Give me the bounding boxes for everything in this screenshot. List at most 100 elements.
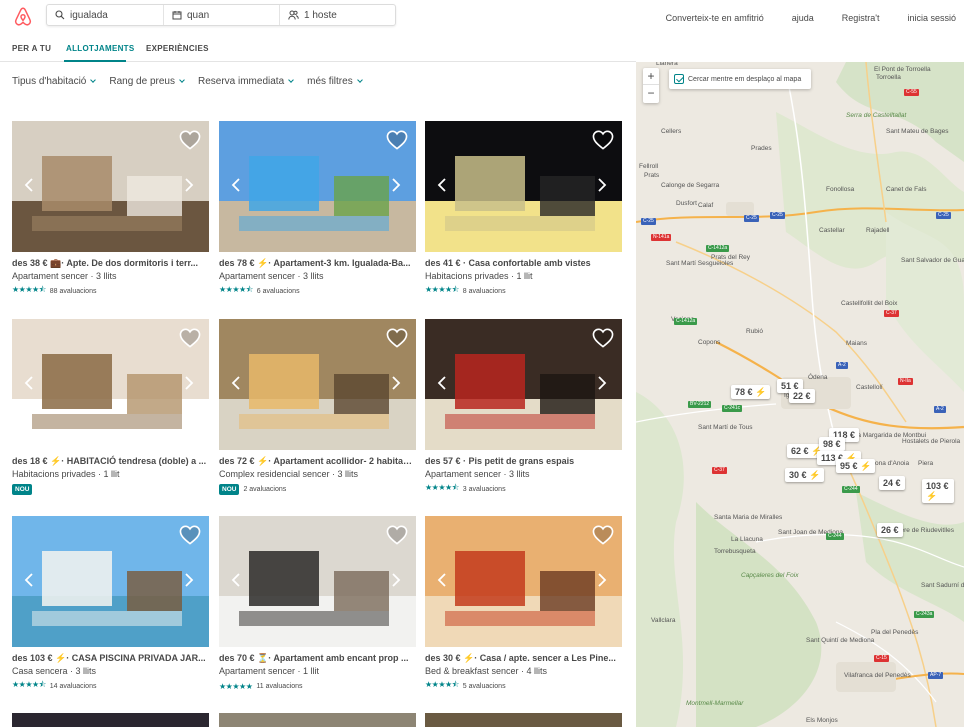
tab-for-you[interactable]: PER A TU <box>12 44 51 53</box>
listing-title-line[interactable]: des 41 € · Casa confortable amb vistes <box>425 257 622 269</box>
map-town-label: Cellers <box>661 128 682 135</box>
heart-icon[interactable] <box>592 130 614 150</box>
instant-book-filter[interactable]: Reserva immediata <box>198 76 294 87</box>
zoom-out-button[interactable]: − <box>643 85 659 102</box>
heart-icon[interactable] <box>386 328 408 348</box>
road-badge: A-2 <box>934 406 946 413</box>
listing-photo[interactable] <box>12 713 209 727</box>
listing-title-line[interactable]: des 57 € · Pis petit de grans espais <box>425 455 622 467</box>
rating-stars-icon: ★★★★⯪ <box>12 285 46 294</box>
map-town-label: Capçaleres del Foix <box>741 572 799 579</box>
listing-photo[interactable] <box>425 516 622 647</box>
map-price-pin[interactable]: 22 € <box>789 389 815 403</box>
road-badge: C-1412a <box>674 318 698 325</box>
listing-photo[interactable] <box>12 516 209 647</box>
search-as-move-toggle[interactable]: Cercar mentre em desplaço al mapa <box>669 69 811 89</box>
location-field[interactable]: igualada <box>47 5 164 25</box>
chevron-left-icon[interactable] <box>24 573 33 587</box>
heart-icon[interactable] <box>386 525 408 545</box>
more-filters[interactable]: més filtres <box>307 76 363 87</box>
listing-info: des 70 € ⏳· Apartament amb encant prop .… <box>219 652 416 691</box>
map-town-label: Prats <box>644 172 660 179</box>
room-type-filter[interactable]: Tipus d'habitació <box>12 76 97 87</box>
chevron-left-icon[interactable] <box>24 376 33 390</box>
heart-icon[interactable] <box>592 525 614 545</box>
listing-title-line[interactable]: des 103 € ⚡· CASA PISCINA PRIVADA JAR... <box>12 652 209 664</box>
map-price-pin[interactable]: 78 € ⚡ <box>731 385 771 399</box>
heart-icon[interactable] <box>179 525 201 545</box>
listing-info: des 103 € ⚡· CASA PISCINA PRIVADA JAR...… <box>12 652 209 691</box>
chevron-left-icon[interactable] <box>231 178 240 192</box>
listing-price: des 38 € <box>12 258 48 268</box>
map-town-label: Santa Maria de Miralles <box>714 514 783 521</box>
listing-subtitle: Habitacions privades · 1 llit <box>425 271 533 281</box>
chevron-right-icon[interactable] <box>185 178 194 192</box>
listing-title-line[interactable]: des 18 € ⚡· HABITACIÓ tendresa (doble) a… <box>12 455 209 467</box>
review-count: 14 avaluacions <box>49 682 97 690</box>
road-badge: C-243a <box>914 611 935 618</box>
listing-title-line[interactable]: des 72 € ⚡· Apartament acollidor- 2 habi… <box>219 455 416 467</box>
listing-photo[interactable] <box>12 121 209 252</box>
listing-title-line[interactable]: des 30 € ⚡· Casa / apte. sencer a Les Pi… <box>425 652 622 664</box>
bolt-icon: ⚡ <box>55 653 67 663</box>
login-link[interactable]: inicia sessió <box>907 13 956 23</box>
listing-photo[interactable] <box>425 319 622 450</box>
listing-price: des 78 € <box>219 258 255 268</box>
listing-photo[interactable] <box>219 713 416 727</box>
help-link[interactable]: ajuda <box>792 13 814 23</box>
dates-field[interactable]: quan <box>164 5 280 25</box>
tab-experiences[interactable]: EXPERIÈNCIES <box>146 44 209 53</box>
tab-homes[interactable]: ALLOTJAMENTS <box>66 44 135 53</box>
chevron-left-icon[interactable] <box>437 376 446 390</box>
listing-title-line[interactable]: des 38 € 💼· Apte. De dos dormitoris i te… <box>12 257 209 269</box>
map-price-pin[interactable]: 24 € <box>879 476 905 490</box>
chevron-right-icon[interactable] <box>392 573 401 587</box>
heart-icon[interactable] <box>179 328 201 348</box>
checkbox-checked-icon[interactable] <box>674 74 684 84</box>
map-price-pin[interactable]: 26 € <box>877 523 903 537</box>
map-panel[interactable]: + − Cercar mentre em desplaço al mapa Ll… <box>636 62 964 727</box>
review-count: 8 avaluacions <box>462 287 506 295</box>
price-range-filter[interactable]: Rang de preus <box>109 76 185 87</box>
map-price-pin[interactable]: 98 € <box>819 437 845 451</box>
map-price-pin[interactable]: 95 € ⚡ <box>836 459 876 473</box>
heart-icon[interactable] <box>179 130 201 150</box>
listing-photo[interactable] <box>219 319 416 450</box>
listing-title: · Casa / apte. sencer a Les Pine... <box>474 653 616 663</box>
search-icon <box>55 10 65 20</box>
listing-rating: ★★★★★ 11 avaluacions <box>219 681 416 691</box>
road-badge: C-55 <box>904 89 919 96</box>
listing-photo[interactable] <box>425 121 622 252</box>
chevron-right-icon[interactable] <box>598 376 607 390</box>
signup-link[interactable]: Registra't <box>842 13 880 23</box>
rating-stars-icon: ★★★★⯪ <box>219 285 253 294</box>
heart-icon[interactable] <box>592 328 614 348</box>
chevron-left-icon[interactable] <box>24 178 33 192</box>
zoom-in-button[interactable]: + <box>643 68 659 85</box>
guests-field[interactable]: 1 hoste <box>280 5 395 25</box>
map-price-pin[interactable]: 103 € ⚡ <box>922 479 954 503</box>
listing-photo[interactable] <box>219 516 416 647</box>
chevron-left-icon[interactable] <box>231 573 240 587</box>
chevron-left-icon[interactable] <box>437 573 446 587</box>
chevron-right-icon[interactable] <box>185 573 194 587</box>
chevron-left-icon[interactable] <box>437 178 446 192</box>
chevron-left-icon[interactable] <box>231 376 240 390</box>
map-town-label: Vallclara <box>651 617 676 624</box>
listing-photo[interactable] <box>425 713 622 727</box>
listing-photo[interactable] <box>219 121 416 252</box>
listing-info: des 41 € · Casa confortable amb vistes H… <box>425 257 622 296</box>
listing-photo[interactable] <box>12 319 209 450</box>
chevron-right-icon[interactable] <box>598 178 607 192</box>
airbnb-logo-icon[interactable] <box>12 6 34 28</box>
chevron-right-icon[interactable] <box>598 573 607 587</box>
chevron-right-icon[interactable] <box>185 376 194 390</box>
become-host-link[interactable]: Converteix-te en amfitrió <box>666 13 764 23</box>
map-town-label: Rubió <box>746 328 763 335</box>
listing-title-line[interactable]: des 78 € ⚡· Apartament-3 km. Igualada-Ba… <box>219 257 416 269</box>
chevron-right-icon[interactable] <box>392 178 401 192</box>
listing-title-line[interactable]: des 70 € ⏳· Apartament amb encant prop .… <box>219 652 416 664</box>
chevron-right-icon[interactable] <box>392 376 401 390</box>
heart-icon[interactable] <box>386 130 408 150</box>
map-price-pin[interactable]: 30 € ⚡ <box>785 468 825 482</box>
